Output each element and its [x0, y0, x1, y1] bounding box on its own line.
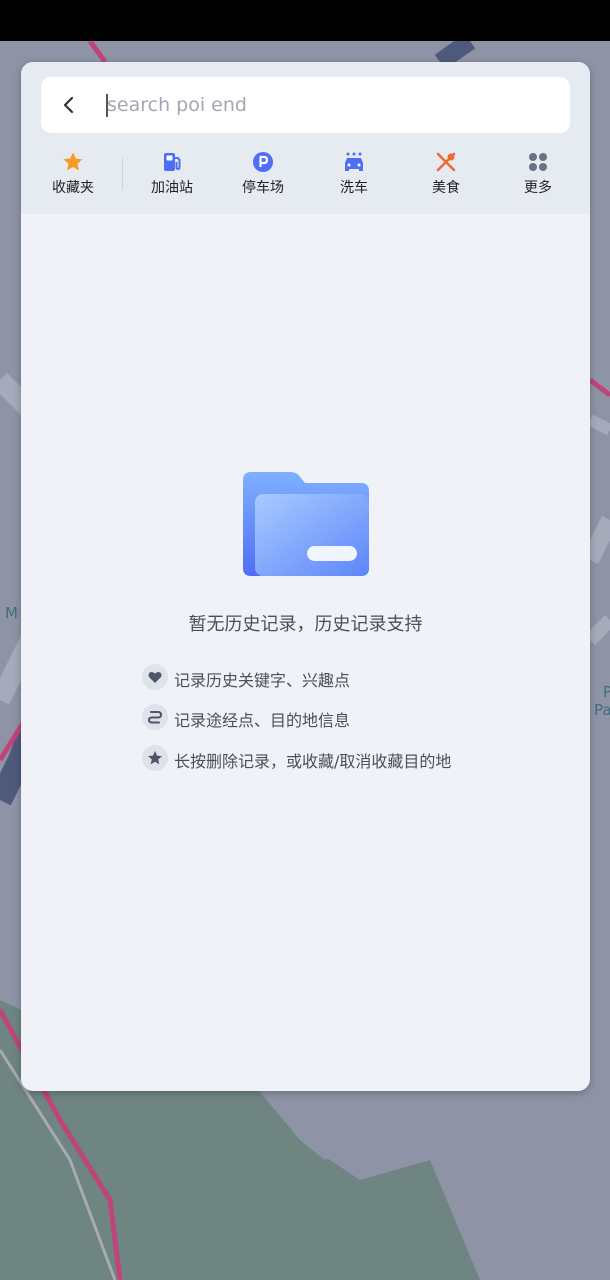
category-food[interactable]: 美食 — [401, 148, 491, 198]
food-icon — [436, 152, 456, 172]
star-icon — [148, 751, 162, 765]
tip-icon-badge — [142, 664, 168, 690]
category-parking[interactable]: 停车场 — [218, 148, 308, 198]
star-icon — [63, 152, 83, 171]
gas-station-icon — [164, 153, 181, 171]
tip-text: 长按删除记录，或收藏/取消收藏目的地 — [174, 752, 452, 771]
parking-icon — [253, 152, 273, 172]
category-car-wash[interactable]: 洗车 — [309, 148, 399, 198]
category-label: 更多 — [524, 180, 552, 196]
map-label-right-bottom: Pa — [594, 701, 610, 719]
map-label-right-top: P — [603, 683, 610, 701]
more-grid-icon — [529, 153, 547, 171]
heart-icon — [148, 671, 162, 683]
car-wash-icon — [345, 152, 363, 171]
category-label: 收藏夹 — [52, 180, 94, 196]
empty-state-title: 暂无历史记录，历史记录支持 — [188, 614, 423, 635]
category-gas-station[interactable]: 加油站 — [127, 148, 217, 198]
category-divider — [122, 158, 123, 190]
tip-text: 记录历史关键字、兴趣点 — [174, 671, 351, 690]
category-favorites[interactable]: 收藏夹 — [28, 148, 118, 198]
back-button[interactable] — [53, 89, 85, 121]
tip-icon-badge — [142, 745, 168, 771]
status-bar — [0, 0, 610, 41]
map-label-left: M — [5, 604, 18, 622]
search-bar — [41, 77, 570, 133]
category-label: 停车场 — [242, 180, 284, 196]
category-label: 洗车 — [340, 180, 368, 196]
route-icon — [147, 711, 163, 724]
tip-icon-badge — [142, 704, 168, 730]
category-label: 加油站 — [151, 180, 193, 196]
search-panel: 收藏夹 加油站 停车场 — [21, 62, 590, 1091]
panel-header: 收藏夹 加油站 停车场 — [21, 62, 590, 214]
category-bar: 收藏夹 加油站 停车场 洗车 美食 更多 — [21, 148, 590, 198]
folder-icon — [243, 472, 369, 576]
chevron-left-icon — [63, 96, 74, 114]
category-label: 美食 — [432, 180, 460, 196]
category-more[interactable]: 更多 — [493, 148, 583, 198]
tip-text: 记录途经点、目的地信息 — [174, 711, 351, 730]
search-input[interactable] — [107, 85, 547, 125]
